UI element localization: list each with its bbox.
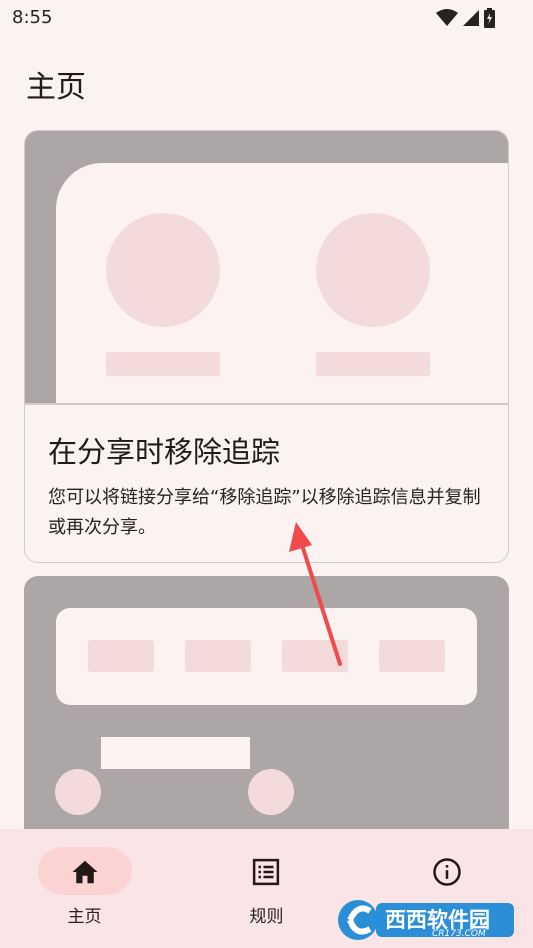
- wifi-icon: [436, 9, 458, 26]
- battery-charging-icon: [484, 8, 495, 28]
- illustration-pill: [88, 640, 154, 672]
- share-illustration: [25, 131, 508, 403]
- page-title: 主页: [26, 70, 86, 105]
- illustration-pill: [379, 640, 445, 672]
- status-bar: 8:55: [0, 0, 533, 36]
- status-icons: [436, 8, 495, 28]
- remove-tracking-card[interactable]: 在分享时移除追踪 您可以将链接分享给“移除追踪”以移除追踪信息并复制或再次分享。: [24, 130, 509, 563]
- screen: 8:55 主页 在分享时移除追踪 您可以将链接分享给“移除追踪”以移除追踪信息并…: [0, 0, 533, 948]
- nav-label-home: 主页: [67, 907, 102, 927]
- card-title: 在分享时移除追踪: [48, 435, 281, 469]
- illustration-bar: [316, 352, 430, 376]
- illustration-panel: [56, 163, 508, 403]
- illustration-circle: [55, 769, 101, 815]
- home-icon: [72, 860, 98, 884]
- card-description: 您可以将链接分享给“移除追踪”以移除追踪信息并复制或再次分享。: [48, 487, 481, 538]
- illustration-pill: [282, 640, 348, 672]
- illustration-rule-row: [56, 608, 477, 705]
- illustration-circle: [106, 213, 220, 327]
- list-icon: [252, 858, 280, 886]
- illustration-bridge: [101, 737, 250, 769]
- status-time: 8:55: [12, 7, 53, 28]
- illustration-circle: [316, 213, 430, 327]
- signal-icon: [463, 10, 479, 26]
- illustration-circle: [248, 769, 294, 815]
- nav-item-home[interactable]: 主页: [0, 829, 177, 948]
- info-icon: [433, 858, 461, 886]
- rules-illustration-card[interactable]: [24, 576, 509, 856]
- illustration-pill: [185, 640, 251, 672]
- nav-item-rules[interactable]: 规则: [178, 829, 355, 948]
- nav-label-rules: 规则: [249, 907, 284, 927]
- card-divider: [25, 403, 508, 405]
- watermark-subtext: CR173.COM: [432, 929, 486, 939]
- illustration-bar: [106, 352, 220, 376]
